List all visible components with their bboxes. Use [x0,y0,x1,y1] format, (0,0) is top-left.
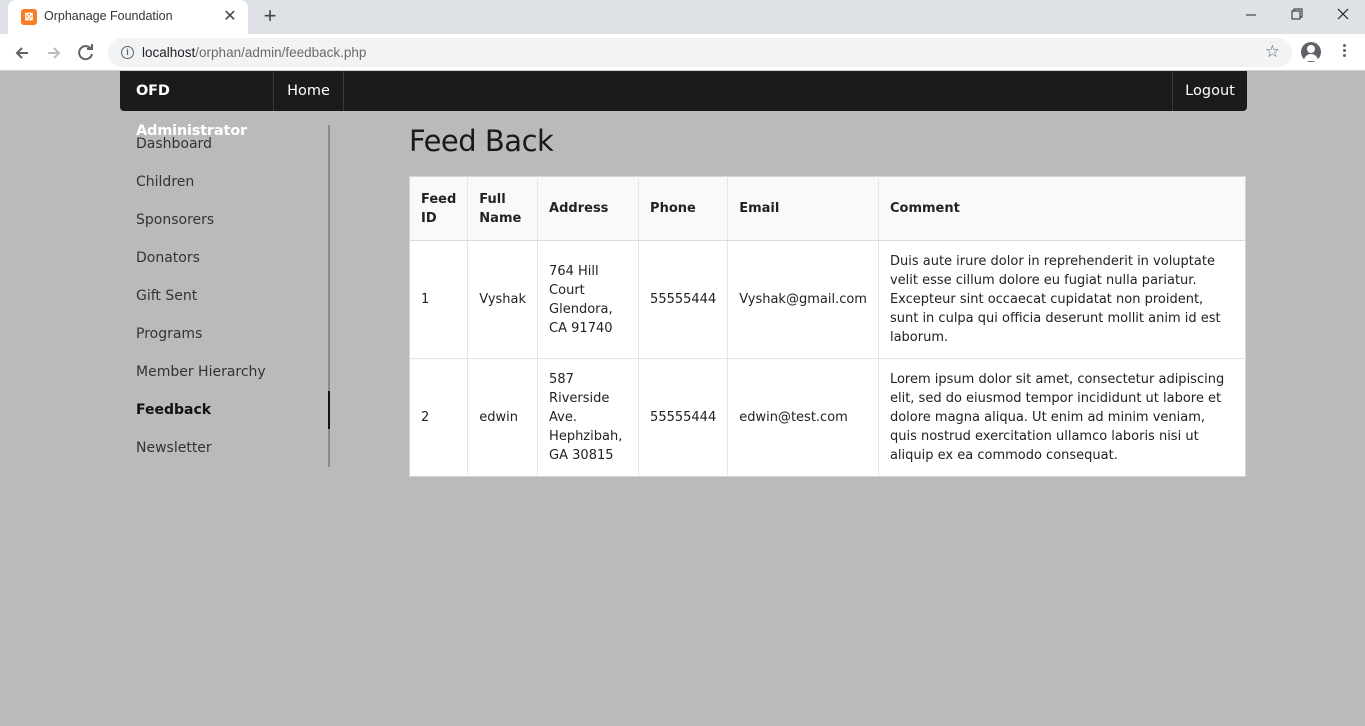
address-bar[interactable]: i localhost/orphan/admin/feedback.php ☆ [108,38,1292,67]
column-header-email: Email [727,176,879,241]
sidebar-item-member-hierarchy[interactable]: Member Hierarchy [120,353,328,391]
browser-tabstrip: ⊠ Orphanage Foundation ✕ + [0,0,1365,34]
close-tab-icon[interactable]: ✕ [221,8,239,26]
cell-email: Vyshak@gmail.com [727,240,879,359]
restore-icon [1291,8,1303,20]
feedback-table: Feed ID Full Name Address Phone Email Co… [409,176,1246,477]
cell-comment: Duis aute irure dolor in reprehenderit i… [878,240,1246,359]
url-host: localhost [142,45,196,60]
sidebar-item-sponsorers[interactable]: Sponsorers [120,201,328,239]
info-icon[interactable]: i [121,46,134,59]
logout-link[interactable]: Logout [1172,71,1247,111]
sidebar-item-newsletter[interactable]: Newsletter [120,429,328,467]
sidebar-item-programs[interactable]: Programs [120,315,328,353]
browser-tab[interactable]: ⊠ Orphanage Foundation ✕ [8,0,248,34]
minimize-icon [1246,14,1256,16]
bookmark-star-icon[interactable]: ☆ [1265,42,1280,62]
url-text[interactable]: localhost/orphan/admin/feedback.php [142,45,366,60]
sidebar: Dashboard Children Sponsorers Donators G… [120,125,330,467]
sidebar-item-feedback[interactable]: Feedback [120,391,330,429]
minimize-window-button[interactable] [1239,4,1263,26]
cell-address: 587 Riverside Ave. Hephzibah, GA 30815 [537,358,640,477]
new-tab-button[interactable]: + [258,5,282,29]
table-header-row: Feed ID Full Name Address Phone Email Co… [409,176,1246,241]
table-row: 1 Vyshak 764 Hill Court Glendora, CA 917… [409,240,1246,359]
cell-email: edwin@test.com [727,358,879,477]
cell-feed-id: 1 [409,240,469,359]
cell-address: 764 Hill Court Glendora, CA 91740 [537,240,640,359]
profile-avatar-icon[interactable] [1301,42,1321,62]
navbar-brand[interactable]: OFD Administrator [120,71,274,139]
page-title: Feed Back [409,124,554,158]
cell-phone: 55555444 [638,240,729,359]
restore-window-button[interactable] [1285,4,1309,26]
url-path: /orphan/admin/feedback.php [195,45,367,60]
reload-button[interactable] [74,41,98,65]
xampp-favicon-icon: ⊠ [21,9,37,25]
column-header-feed-id: Feed ID [409,176,469,241]
nav-home-link[interactable]: Home [274,71,344,111]
cell-full-name: edwin [467,358,539,477]
close-window-button[interactable] [1331,4,1355,26]
cell-comment: Lorem ipsum dolor sit amet, consectetur … [889,372,1225,463]
table-row: 2 edwin 587 Riverside Ave. Hephzibah, GA… [409,358,1246,477]
browser-toolbar: i localhost/orphan/admin/feedback.php ☆ [0,34,1365,71]
arrow-left-icon [15,47,28,59]
column-header-full-name: Full Name [467,176,539,241]
sidebar-item-gift-sent[interactable]: Gift Sent [120,277,328,315]
column-header-comment: Comment [878,176,1246,241]
forward-button[interactable] [42,41,66,65]
admin-navbar: OFD Administrator Home Logout [120,71,1247,139]
cell-phone: 55555444 [638,358,729,477]
sidebar-item-children[interactable]: Children [120,163,328,201]
browser-menu-icon[interactable] [1340,42,1348,62]
arrow-right-icon [48,47,61,59]
column-header-phone: Phone [638,176,729,241]
cell-full-name: Vyshak [467,240,539,359]
close-icon [1337,8,1349,20]
cell-feed-id: 2 [409,358,469,477]
tab-title: Orphanage Foundation [44,9,173,23]
sidebar-item-dashboard[interactable]: Dashboard [120,125,328,163]
column-header-address: Address [537,176,640,241]
sidebar-item-donators[interactable]: Donators [120,239,328,277]
back-button[interactable] [10,41,34,65]
reload-icon [78,44,93,61]
